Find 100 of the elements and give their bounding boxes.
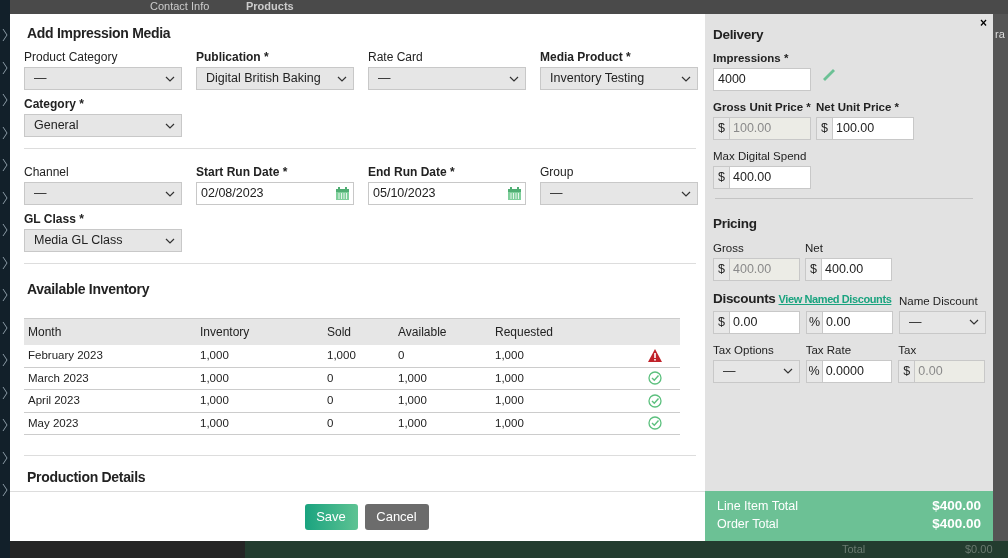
chevron-icon xyxy=(1,125,9,140)
close-button[interactable]: × xyxy=(980,17,987,29)
chevron-icon xyxy=(1,385,9,400)
table-cell: 1,000 xyxy=(491,344,629,367)
input-field: $ 0.00 xyxy=(898,359,985,383)
input-field[interactable]: % 0.0000 xyxy=(805,359,893,383)
input-field: $ 100.00 xyxy=(713,117,811,140)
column-header: Available xyxy=(394,318,491,345)
total-label: Order Total xyxy=(717,516,779,533)
select-field[interactable]: Media GL Class xyxy=(24,229,182,252)
input-field[interactable]: $ 100.00 xyxy=(816,117,914,140)
caret-icon xyxy=(165,74,175,83)
background-text: ra xyxy=(995,28,1005,41)
field-label: Gross xyxy=(713,241,744,256)
field-label: Category * xyxy=(24,97,85,112)
chevron-icon xyxy=(1,158,9,172)
caret-icon xyxy=(681,74,691,83)
calendar-icon xyxy=(508,187,521,200)
field-label: Net xyxy=(805,241,823,256)
input-field[interactable]: $ 400.00 xyxy=(805,258,892,281)
field-label: Channel xyxy=(24,165,69,180)
table-cell: 1,000 xyxy=(491,412,629,435)
chevron-icon xyxy=(1,320,9,335)
table-cell: 0 xyxy=(394,344,491,367)
check-circle-icon xyxy=(647,416,662,431)
chevron-icon xyxy=(1,353,9,367)
column-header: Inventory xyxy=(196,318,323,345)
table-cell: 1,000 xyxy=(491,389,629,412)
caret-icon xyxy=(337,74,347,83)
background-tab[interactable]: Contact Info xyxy=(150,0,210,13)
table-cell: February 2023 xyxy=(24,344,196,367)
field-label: Start Run Date * xyxy=(196,165,288,180)
input-field: $ 400.00 xyxy=(713,258,800,281)
caret-icon xyxy=(969,318,979,326)
chevron-icon xyxy=(1,60,9,75)
select-field[interactable]: — xyxy=(540,182,698,205)
field-label: GL Class * xyxy=(24,212,84,227)
table-cell: April 2023 xyxy=(24,389,196,412)
input-field[interactable]: 4000 xyxy=(713,68,811,91)
select-field[interactable]: Digital British Baking xyxy=(196,67,354,90)
caret-icon xyxy=(165,121,175,130)
chevron-icon xyxy=(1,418,9,432)
section-title: Available Inventory xyxy=(27,280,150,298)
input-field[interactable]: $ 400.00 xyxy=(713,166,811,189)
field-label: Tax xyxy=(898,342,917,358)
field-label: Media Product * xyxy=(540,50,631,65)
select-field[interactable]: — xyxy=(368,67,526,90)
total-value: $400.00 xyxy=(932,497,981,515)
field-label: Net Unit Price * xyxy=(816,100,900,115)
select-field[interactable]: Inventory Testing xyxy=(540,67,698,90)
chevron-icon xyxy=(1,223,9,237)
field-label: Tax Options xyxy=(713,342,774,358)
field-label: Group xyxy=(540,165,574,180)
field-label: Impressions * xyxy=(713,51,789,66)
field-label: Product Category xyxy=(24,50,118,65)
select-field[interactable]: General xyxy=(24,114,182,137)
input-field[interactable]: $ 0.00 xyxy=(713,310,800,334)
section-title: Delivery xyxy=(713,26,764,43)
input-field[interactable]: % 0.00 xyxy=(806,310,893,334)
chevron-icon xyxy=(1,93,9,107)
select-field[interactable]: — xyxy=(24,67,182,90)
column-header: Sold xyxy=(323,318,394,345)
chevron-icon xyxy=(1,255,9,270)
chevron-icon xyxy=(1,288,9,302)
background-tab[interactable]: Products xyxy=(246,0,294,13)
select-field[interactable]: — xyxy=(24,182,182,205)
chevron-icon xyxy=(1,450,9,465)
field-label: Max Digital Spend xyxy=(713,149,807,164)
total-value: $400.00 xyxy=(932,515,981,533)
caret-icon xyxy=(782,367,793,375)
select-field[interactable]: — xyxy=(899,310,986,334)
column-header: Month xyxy=(24,318,196,345)
section-title: Production Details xyxy=(27,468,146,486)
field-label: Gross Unit Price * xyxy=(713,100,811,115)
caret-icon xyxy=(165,236,175,245)
field-label: Rate Card xyxy=(368,50,423,65)
section-title: Pricing xyxy=(713,215,757,232)
total-label: Line Item Total xyxy=(717,498,799,515)
table-cell: 0 xyxy=(323,412,394,435)
warning-icon xyxy=(647,349,662,362)
cancel-button[interactable]: Cancel xyxy=(364,503,429,530)
date-field[interactable]: 02/08/2023 xyxy=(196,182,354,205)
table-cell: 0 xyxy=(323,367,394,390)
date-field[interactable]: 05/10/2023 xyxy=(368,182,526,205)
background-text: $0.00 xyxy=(965,543,993,556)
section-title: Discounts xyxy=(713,290,776,307)
field-label: End Run Date * xyxy=(368,165,455,180)
caret-icon xyxy=(509,74,519,83)
table-cell: 1,000 xyxy=(196,389,323,412)
table-cell: 1,000 xyxy=(323,344,394,367)
dialog-title: Add Impression Media xyxy=(27,24,172,42)
select-field[interactable]: — xyxy=(713,359,800,383)
table-cell: 1,000 xyxy=(491,367,629,390)
table-cell: 1,000 xyxy=(196,367,323,390)
caret-icon xyxy=(165,189,175,198)
table-cell: May 2023 xyxy=(24,412,196,435)
table-cell: 1,000 xyxy=(394,389,491,412)
table-cell: 1,000 xyxy=(196,344,323,367)
table-cell: 1,000 xyxy=(394,367,491,390)
table-cell: 1,000 xyxy=(394,412,491,435)
